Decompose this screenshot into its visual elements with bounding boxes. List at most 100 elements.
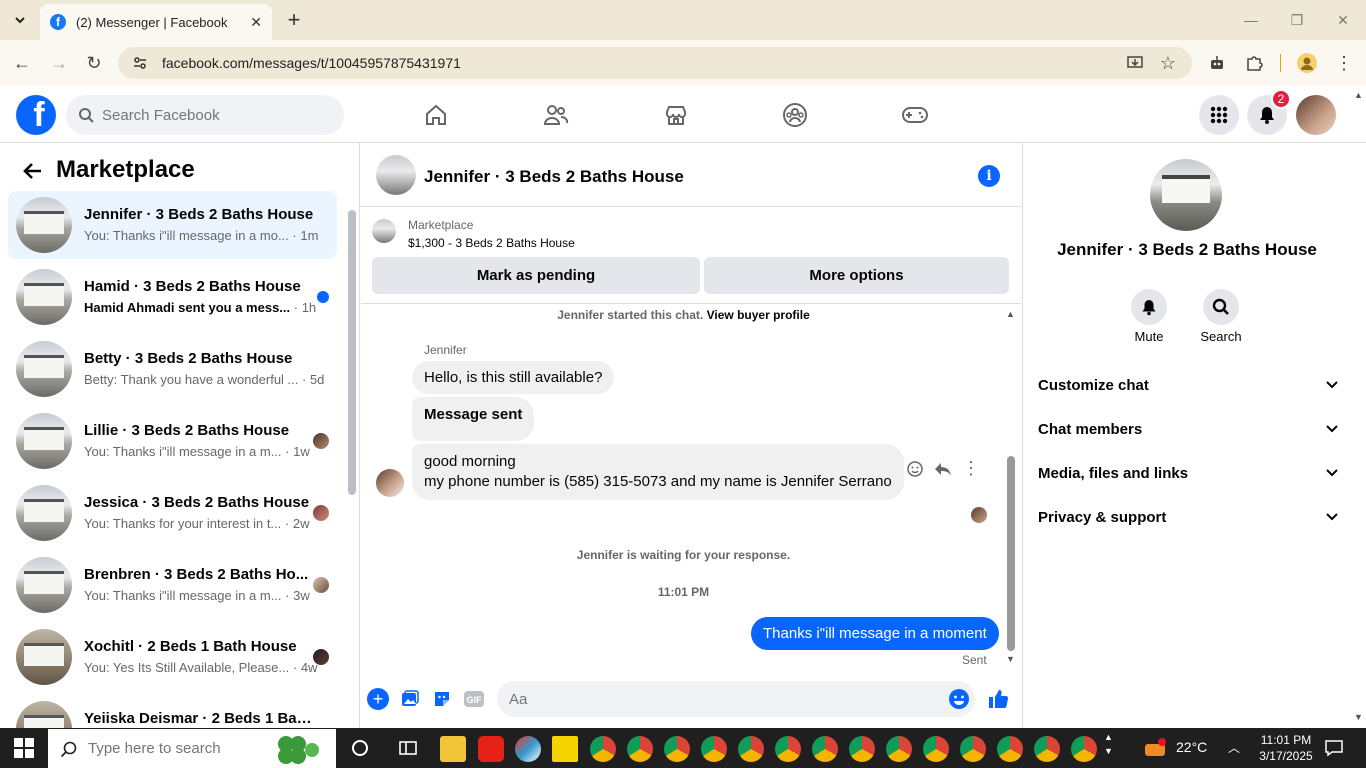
conversation-item[interactable]: Jessica · 3 Beds 2 Baths House You: Than… <box>8 479 337 547</box>
facebook-search[interactable] <box>66 95 344 135</box>
weather-icon[interactable] <box>1142 736 1168 760</box>
attach-photo-icon[interactable] <box>399 688 421 710</box>
chat-header-name[interactable]: Jennifer · 3 Beds 2 Baths House <box>424 167 684 187</box>
gaming-icon[interactable] <box>900 100 930 130</box>
close-window-icon[interactable]: ✕ <box>1328 8 1358 32</box>
chrome-icon[interactable] <box>738 736 764 762</box>
extensions-puzzle-icon[interactable] <box>1243 52 1265 74</box>
conversation-item[interactable]: Xochitl · 2 Beds 1 Bath House You: Yes I… <box>8 623 337 691</box>
more-options-button[interactable]: More options <box>704 257 1009 294</box>
back-icon[interactable]: ← <box>11 52 33 74</box>
address-bar[interactable]: facebook.com/messages/t/1004595787543197… <box>118 47 1192 79</box>
taskbar-search-input[interactable] <box>88 740 248 757</box>
chat-header-avatar[interactable] <box>376 155 416 195</box>
back-arrow-icon[interactable] <box>20 158 46 184</box>
chrome-icon[interactable] <box>701 736 727 762</box>
more-actions-icon[interactable]: ⋮ <box>962 458 980 480</box>
chat-scroll-thumb[interactable] <box>1007 456 1015 651</box>
page-scroll-down-icon[interactable]: ▼ <box>1354 712 1366 724</box>
chrome-icon[interactable] <box>664 736 690 762</box>
privacy-support-section[interactable]: Privacy & support <box>1038 503 1338 531</box>
message-bubble[interactable]: Hello, is this still available? <box>412 361 615 394</box>
chrome-icon[interactable] <box>886 736 912 762</box>
account-avatar[interactable] <box>1296 95 1336 135</box>
my-message-bubble[interactable]: Thanks i"ill message in a moment <box>751 617 999 650</box>
profile-icon[interactable] <box>1296 52 1318 74</box>
listing-title[interactable]: $1,300 - 3 Beds 2 Baths House <box>408 236 575 250</box>
cortana-icon[interactable] <box>350 738 370 758</box>
menu-grid-icon[interactable] <box>1199 95 1239 135</box>
chrome-icon[interactable] <box>960 736 986 762</box>
page-scroll-up-icon[interactable]: ▲ <box>1354 90 1366 102</box>
tray-chevron-icon[interactable]: ︿ <box>1228 739 1240 756</box>
conversation-item[interactable]: Lillie · 3 Beds 2 Baths House You: Thank… <box>8 407 337 475</box>
message-bubble[interactable]: Message sent <box>412 397 535 441</box>
taskbar-overflow-icon[interactable]: ▲ ▼ <box>1104 730 1113 758</box>
tab-search-chevron-icon[interactable] <box>8 8 32 32</box>
restore-icon[interactable]: ❐ <box>1282 8 1312 32</box>
browser-tab[interactable]: f (2) Messenger | Facebook ✕ <box>40 4 272 40</box>
conversation-item[interactable]: Brenbren · 3 Beds 2 Baths Ho... You: Tha… <box>8 551 337 619</box>
sender-avatar[interactable] <box>376 469 404 497</box>
message-input[interactable] <box>509 690 909 708</box>
reload-icon[interactable]: ↻ <box>83 52 105 74</box>
chrome-icon[interactable] <box>775 736 801 762</box>
listing-thumbnail[interactable] <box>372 219 396 243</box>
chrome-icon[interactable] <box>997 736 1023 762</box>
taskbar-search[interactable] <box>48 729 336 768</box>
customize-chat-section[interactable]: Customize chat <box>1038 371 1338 399</box>
facebook-search-input[interactable] <box>102 106 322 124</box>
task-view-icon[interactable] <box>398 738 418 758</box>
media-files-links-section[interactable]: Media, files and links <box>1038 459 1338 487</box>
chrome-icon[interactable] <box>1071 736 1097 762</box>
close-tab-icon[interactable]: ✕ <box>250 14 262 31</box>
taskbar-clock[interactable]: 11:01 PM 3/17/2025 <box>1250 732 1322 764</box>
minimize-icon[interactable]: — <box>1236 8 1266 32</box>
chrome-icon[interactable] <box>849 736 875 762</box>
chrome-icon[interactable] <box>923 736 949 762</box>
gif-icon[interactable]: GIF <box>463 688 485 710</box>
friends-icon[interactable] <box>541 100 571 130</box>
more-actions-plus-icon[interactable]: + <box>367 688 389 710</box>
conversation-list-scrollbar[interactable] <box>348 210 356 495</box>
home-icon[interactable] <box>421 100 451 130</box>
chrome-icon[interactable] <box>627 736 653 762</box>
chrome-icon[interactable] <box>1034 736 1060 762</box>
emoji-icon[interactable] <box>948 688 970 710</box>
notification-center-icon[interactable] <box>1324 738 1344 758</box>
like-thumb-icon[interactable] <box>987 688 1009 710</box>
chrome-icon[interactable] <box>812 736 838 762</box>
mute-bell-icon[interactable] <box>1131 289 1167 325</box>
browser-menu-icon[interactable]: ⋮ <box>1333 52 1355 74</box>
extension-robot-icon[interactable] <box>1206 52 1228 74</box>
bookmark-star-icon[interactable]: ☆ <box>1157 52 1179 74</box>
scroll-down-icon[interactable]: ▼ <box>1006 654 1015 664</box>
install-app-icon[interactable] <box>1124 52 1146 74</box>
groups-icon[interactable] <box>780 100 810 130</box>
view-buyer-profile-link[interactable]: View buyer profile <box>707 308 810 322</box>
conversation-item[interactable]: Yeiiska Deismar · 2 Beds 1 Bat... <box>8 695 337 728</box>
forward-icon[interactable]: → <box>48 52 70 74</box>
paint-app-icon[interactable] <box>515 736 541 762</box>
youtube-icon[interactable] <box>478 736 504 762</box>
mark-as-pending-button[interactable]: Mark as pending <box>372 257 700 294</box>
search-in-chat-icon[interactable] <box>1203 289 1239 325</box>
reply-icon[interactable] <box>933 460 953 478</box>
site-info-icon[interactable] <box>132 55 148 71</box>
new-tab-icon[interactable]: + <box>282 7 306 32</box>
windows-start-icon[interactable] <box>14 738 34 758</box>
conversation-item[interactable]: Betty · 3 Beds 2 Baths House Betty: Than… <box>8 335 337 403</box>
sticker-icon[interactable] <box>431 688 453 710</box>
details-avatar[interactable] <box>1150 159 1222 231</box>
conversation-item[interactable]: Hamid · 3 Beds 2 Baths House Hamid Ahmad… <box>8 263 337 331</box>
scroll-up-icon[interactable]: ▲ <box>1006 309 1015 319</box>
sticky-notes-icon[interactable] <box>552 736 578 762</box>
chrome-icon[interactable] <box>590 736 616 762</box>
message-bubble[interactable]: good morning my phone number is (585) 31… <box>412 444 904 500</box>
chat-members-section[interactable]: Chat members <box>1038 415 1338 443</box>
file-explorer-icon[interactable] <box>440 736 466 762</box>
conversation-item[interactable]: Jennifer · 3 Beds 2 Baths House You: Tha… <box>8 191 337 259</box>
info-icon[interactable]: i <box>978 165 1000 187</box>
marketplace-icon[interactable] <box>661 100 691 130</box>
react-smiley-icon[interactable] <box>906 460 924 478</box>
